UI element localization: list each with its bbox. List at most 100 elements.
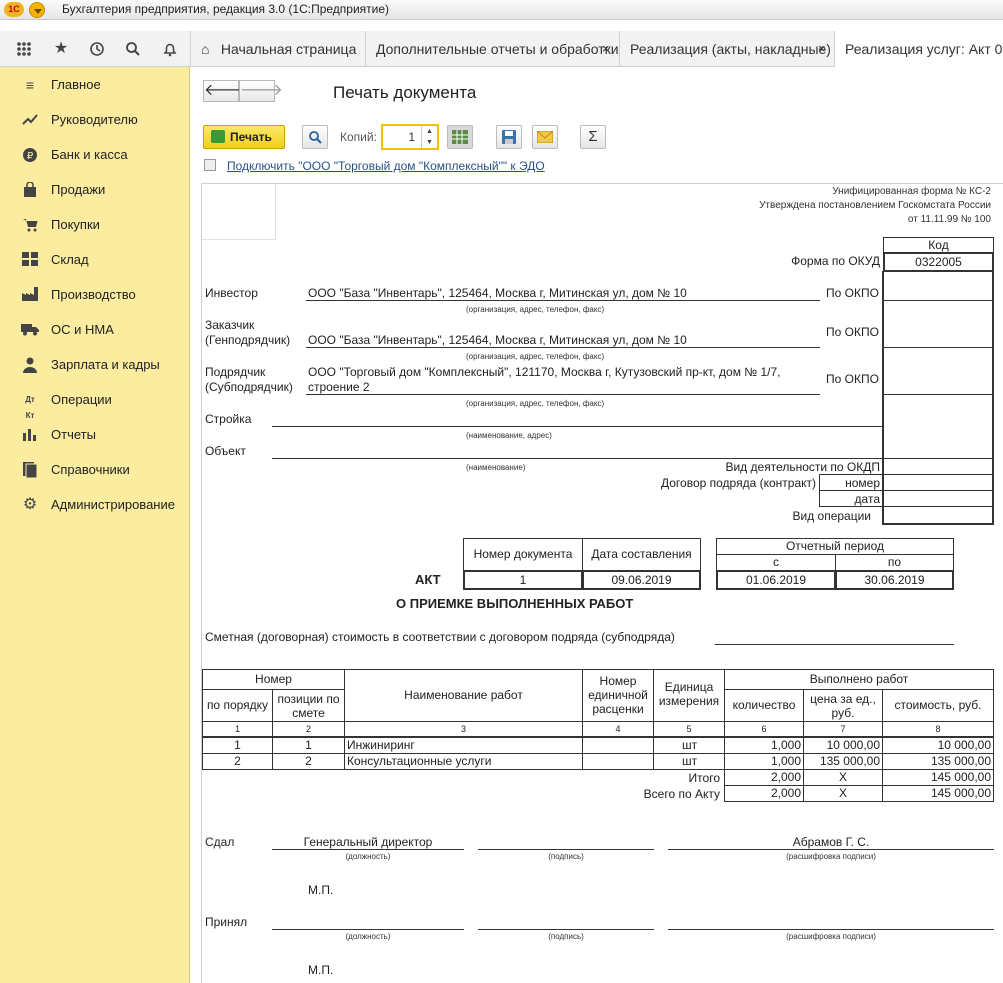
dt-kt-icon: Дт Кт [25, 395, 35, 420]
floppy-icon [502, 130, 516, 147]
stroyka-label: Стройка [205, 412, 252, 426]
prinyal-position-line [272, 929, 464, 930]
object-hint: (наименование) [466, 463, 526, 472]
stroyka-line [272, 426, 882, 427]
sidebar-item-manager[interactable]: Руководителю [0, 103, 190, 138]
spreadsheet-icon [452, 130, 468, 147]
grand-cost: 145 000,00 [882, 785, 994, 802]
sidebar-item-operations[interactable]: Дт Кт Операции [0, 383, 190, 420]
sidebar-item-fixed-assets[interactable]: ОС и НМА [0, 313, 190, 348]
favorites-star-icon[interactable]: ★ [43, 31, 79, 67]
copies-stepper[interactable]: ▲ ▼ [421, 126, 437, 148]
th-qty: количество [724, 689, 804, 722]
th-done: Выполнено работ [724, 669, 994, 690]
contractor-label-2: (Субподрядчик) [205, 380, 293, 394]
history-icon[interactable] [79, 31, 115, 67]
act-label: АКТ [415, 572, 441, 587]
back-button[interactable]: 🡐 [203, 80, 247, 102]
form-header-line: Унифицированная форма № КС-2 [832, 186, 991, 197]
okpo-label: По ОКПО [826, 372, 879, 386]
sum-button[interactable]: Σ [580, 125, 606, 149]
row1-qty: 1,000 [724, 737, 804, 754]
sidebar-item-directories[interactable]: Справочники [0, 453, 190, 488]
tab-sales-acts[interactable]: Реализация (акты, накладные) × [619, 31, 834, 67]
code-column-right [992, 271, 994, 525]
sigma-icon: Σ [588, 128, 598, 145]
edo-icon [204, 159, 216, 171]
close-icon[interactable]: × [818, 31, 826, 67]
person-icon [21, 357, 39, 373]
investor-label: Инвестор [205, 286, 258, 300]
sidebar-item-sales[interactable]: Продажи [0, 173, 190, 208]
tab-home[interactable]: ⌂ Начальная страница [190, 31, 361, 67]
tab-label: Начальная страница [220, 41, 357, 57]
sidebar-item-main[interactable]: ≡ Главное [0, 68, 190, 103]
tab-sales-services-act[interactable]: Реализация услуг: Акт 000 [834, 31, 1003, 67]
estimate-label: Сметная (договорная) стоимость в соответ… [205, 630, 675, 644]
copies-label: Копий: [340, 130, 377, 144]
th-price-line2: руб. [831, 706, 855, 720]
estimate-line [715, 644, 954, 645]
row2-qty: 1,000 [724, 753, 804, 770]
total-price: X [803, 769, 883, 786]
cart-icon [21, 217, 39, 233]
save-button[interactable] [496, 125, 522, 149]
row1-name: Инжиниринг [344, 737, 583, 754]
act-title: О ПРИЕМКЕ ВЫПОЛНЕННЫХ РАБОТ [396, 596, 634, 611]
doc-number-value: 1 [463, 570, 583, 590]
close-icon[interactable]: × [602, 31, 610, 67]
grand-qty: 2,000 [724, 785, 804, 802]
th-unitnum-line3: расценки [592, 702, 644, 716]
preview-button[interactable] [302, 125, 328, 149]
th-cost: стоимость, руб. [882, 689, 994, 722]
th-unit-price-number: Номер единичной расценки [582, 669, 654, 722]
investor-value: ООО "База "Инвентарь", 125464, Москва г,… [308, 286, 687, 300]
sidebar-item-admin[interactable]: ⚙ Администрирование [0, 488, 190, 523]
th-price: цена за ед., руб. [803, 689, 883, 722]
code-divider [819, 474, 993, 475]
doc-date-value: 09.06.2019 [582, 570, 701, 590]
contract-date-label: дата [854, 492, 880, 506]
email-button[interactable] [532, 125, 558, 149]
colnum: 8 [882, 721, 994, 737]
sidebar-item-warehouse[interactable]: Склад [0, 243, 190, 278]
th-unit: Единица измерения [653, 669, 725, 722]
sidebar-item-salary[interactable]: Зарплата и кадры [0, 348, 190, 383]
apps-grid-icon[interactable] [6, 31, 42, 67]
th-position-line2: смете [292, 706, 325, 720]
row2-order: 2 [202, 753, 273, 770]
row1-price: 10 000,00 [803, 737, 883, 754]
tab-additional-reports[interactable]: Дополнительные отчеты и обработки × [365, 31, 619, 67]
okud-label: Форма по ОКУД [791, 254, 880, 268]
sidebar-item-reports[interactable]: Отчеты [0, 418, 190, 453]
page-title: Печать документа [333, 83, 477, 102]
doc-number-header: Номер документа [463, 538, 583, 571]
edo-connect-link[interactable]: Подключить "ООО "Торговый дом "Комплексн… [227, 159, 545, 173]
code-divider [819, 506, 993, 507]
customer-label-2: (Генподрядчик) [205, 333, 291, 347]
sidebar-item-bank[interactable]: ₽ Банк и касса [0, 138, 190, 173]
main-menu-button[interactable] [29, 2, 45, 18]
search-icon[interactable] [115, 31, 151, 67]
sdal-label: Сдал [205, 835, 235, 849]
org-hint: (организация, адрес, телефон, факс) [466, 305, 605, 314]
grand-total-label: Всего по Акту [643, 787, 720, 801]
bell-icon[interactable] [152, 31, 188, 67]
print-button[interactable]: Печать [203, 125, 285, 149]
sidebar-item-production[interactable]: Производство [0, 278, 190, 313]
sidebar-item-purchases[interactable]: Покупки [0, 208, 190, 243]
period-to-header: по [835, 554, 954, 571]
factory-icon [21, 287, 39, 303]
trend-icon [21, 112, 39, 128]
contract-label: Договор подряда (контракт) [660, 476, 816, 490]
table-settings-button[interactable] [447, 125, 473, 149]
colnum: 6 [724, 721, 804, 737]
th-order: по порядку [202, 689, 273, 722]
th-unit-line2: измерения [658, 694, 720, 708]
th-unit-line1: Единица [664, 680, 714, 694]
form-header-line: от 11.11.99 № 100 [907, 214, 991, 225]
code-divider [819, 490, 993, 491]
contract-number-label: номер [845, 476, 880, 490]
forward-button[interactable]: 🡒 [239, 80, 283, 102]
okpo-label: По ОКПО [826, 286, 879, 300]
